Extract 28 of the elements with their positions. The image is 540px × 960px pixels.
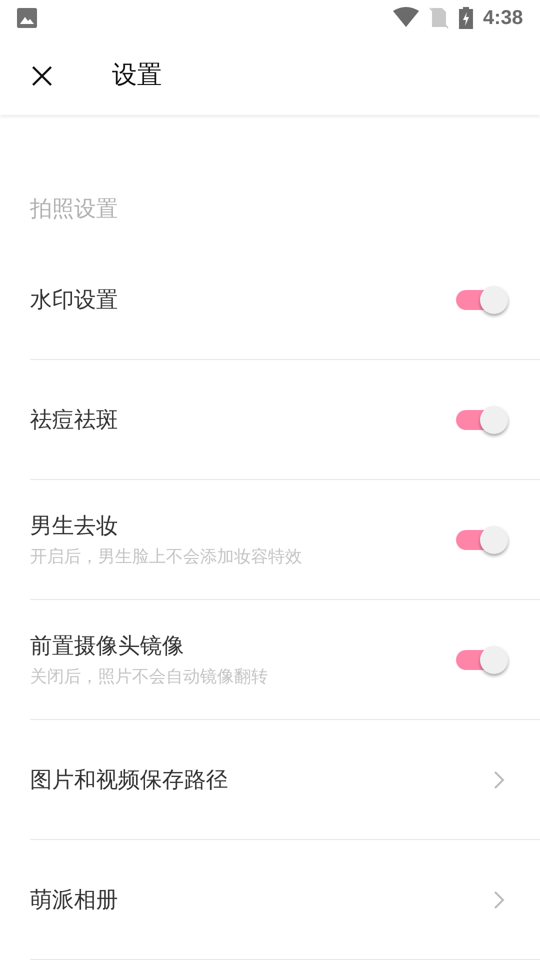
chevron-right-icon — [493, 890, 505, 910]
setting-description: 开启后，男生脸上不会添加妆容特效 — [30, 546, 302, 568]
settings-row[interactable]: 图片和视频保存路径 — [30, 720, 540, 840]
close-icon — [30, 64, 54, 88]
settings-row[interactable]: 前置摄像头镜像 关闭后，照片不会自动镜像翻转 — [30, 600, 540, 720]
setting-label: 萌派相册 — [30, 886, 118, 914]
wifi-icon — [392, 7, 419, 29]
page-title: 设置 — [112, 60, 162, 91]
settings-row[interactable]: 男生去妆 开启后，男生脸上不会添加妆容特效 — [30, 480, 540, 600]
setting-label: 前置摄像头镜像 — [30, 632, 185, 660]
setting-label: 水印设置 — [30, 286, 118, 314]
chevron-right-icon — [493, 770, 505, 790]
toggle-switch[interactable] — [454, 284, 508, 314]
image-icon — [17, 8, 37, 28]
section-header: 拍照设置 — [30, 195, 118, 223]
setting-description: 关闭后，照片不会自动镜像翻转 — [30, 666, 268, 688]
toggle-switch[interactable] — [454, 644, 508, 674]
setting-label: 男生去妆 — [30, 512, 119, 540]
settings-row[interactable]: 水印设置 — [30, 240, 540, 360]
toggle-switch[interactable] — [454, 524, 508, 554]
battery-charging-icon — [458, 7, 473, 29]
settings-row[interactable]: 萌派相册 — [30, 840, 540, 960]
toggle-switch[interactable] — [454, 404, 508, 434]
setting-label: 图片和视频保存路径 — [30, 766, 228, 794]
no-sim-icon — [428, 7, 449, 29]
clock-time: 4:38 — [482, 6, 523, 31]
settings-row[interactable]: 祛痘祛斑 — [30, 360, 540, 480]
setting-label: 祛痘祛斑 — [30, 406, 118, 434]
